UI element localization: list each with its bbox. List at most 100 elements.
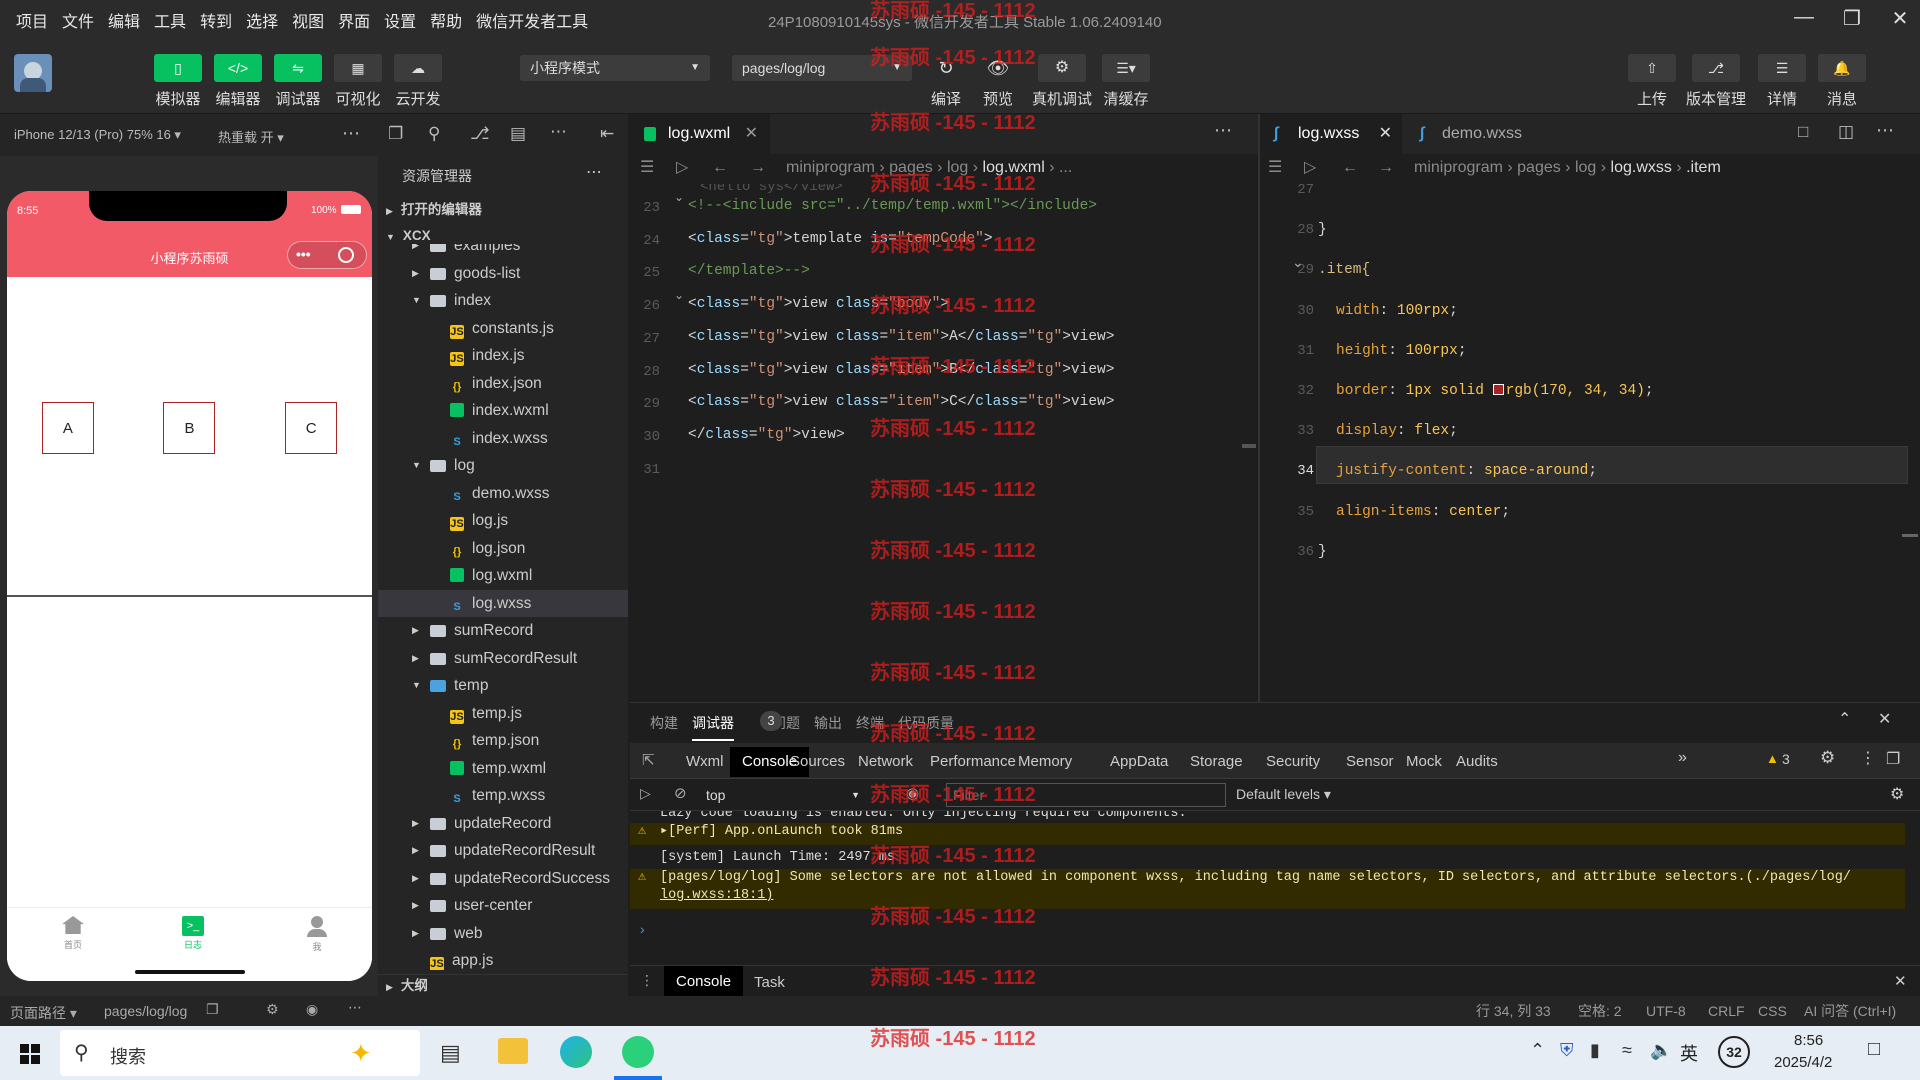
list-icon[interactable]: ☰	[640, 154, 654, 182]
real-debug-icon[interactable]: ⚙	[1038, 54, 1086, 82]
taskbar-search[interactable]: ⚲ 搜索 ✦	[60, 1030, 420, 1076]
menu-item[interactable]: 界面	[338, 8, 370, 32]
git-icon[interactable]: ⎇	[470, 124, 490, 144]
search-icon[interactable]: ⚲	[428, 124, 440, 144]
file-item[interactable]: log.wxml	[378, 562, 628, 590]
tray-chevron-icon[interactable]: ⌃	[1530, 1040, 1545, 1061]
panel-tab[interactable]: 终端	[856, 713, 884, 733]
folder-item[interactable]: ▶ updateRecordResult	[378, 837, 628, 865]
encoding[interactable]: UTF-8	[1646, 996, 1686, 1026]
eye-icon[interactable]: ◉	[306, 1001, 318, 1018]
breadcrumb-segment[interactable]: log.wxss	[1611, 159, 1672, 176]
compile-icon[interactable]: ↻	[922, 54, 970, 82]
comment-icon[interactable]: □	[1798, 122, 1808, 142]
bookmark-icon[interactable]: ▷	[1304, 154, 1316, 182]
version-icon[interactable]: ⎇	[1692, 54, 1740, 82]
simulator-icon[interactable]: ▯	[154, 54, 202, 82]
file-item[interactable]: {} temp.json	[378, 727, 628, 755]
defender-icon[interactable]: ⛨	[1560, 1040, 1574, 1061]
explorer-more-icon[interactable]: ⋯	[586, 162, 602, 182]
upload-icon[interactable]: ⇧	[1628, 54, 1676, 82]
menu-item[interactable]: 编辑	[108, 8, 140, 32]
breadcrumb-segment[interactable]: .item	[1686, 159, 1721, 176]
close-panel-icon[interactable]: ✕	[1878, 709, 1891, 729]
file-item[interactable]: JS temp.js	[378, 700, 628, 728]
fold-chevron-icon[interactable]: ⌄	[674, 190, 684, 204]
levels-select[interactable]: Default levels ▾	[1236, 786, 1331, 803]
file-item[interactable]: Slog.wxss	[378, 589, 628, 617]
details-icon[interactable]: ☰	[1758, 54, 1806, 82]
devtools-tab[interactable]: AppData	[1110, 747, 1168, 777]
devtools-tab[interactable]: Audits	[1456, 747, 1498, 777]
console-prompt-icon[interactable]: ›	[640, 921, 645, 937]
menu-item[interactable]: 帮助	[430, 8, 462, 32]
color-swatch[interactable]	[1492, 384, 1504, 395]
folder-item[interactable]: ▶ updateRecord	[378, 810, 628, 838]
more-icon[interactable]: ⋯	[550, 122, 567, 142]
panel-tab[interactable]: 代码质量	[898, 713, 954, 733]
battery-icon[interactable]: ▮	[1590, 1040, 1600, 1061]
menu-item[interactable]: 微信开发者工具	[476, 8, 588, 32]
file-item[interactable]: JS log.js	[378, 507, 628, 535]
task-view-icon[interactable]: ▤	[440, 1040, 461, 1066]
fold-chevron-icon[interactable]: ⌄	[1292, 254, 1304, 271]
panel-toggle-icon[interactable]: ⇤	[600, 124, 614, 144]
folder-item[interactable]: ▶ sumRecordResult	[378, 645, 628, 673]
preview-icon[interactable]: 👁	[974, 54, 1022, 82]
back-icon[interactable]: ←	[712, 154, 728, 182]
breadcrumb-segment[interactable]: ...	[1059, 159, 1072, 176]
code-area[interactable]: 23 ⌄ <!--<include src="../temp/temp.wxml">…	[630, 190, 1250, 688]
back-icon[interactable]: ←	[1342, 154, 1358, 182]
folder-item[interactable]: ▼ log	[378, 452, 628, 480]
notification-center-icon[interactable]: □	[1868, 1038, 1880, 1061]
bug-icon[interactable]: ⚙	[266, 1001, 279, 1018]
volume-icon[interactable]: 🔈	[1650, 1040, 1672, 1061]
menu-item[interactable]: 项目	[16, 8, 48, 32]
clear-console-icon[interactable]: ⊘	[674, 784, 687, 802]
files-icon[interactable]: ❐	[388, 124, 403, 144]
hotreload-toggle[interactable]: 热重载 开 ▾	[218, 127, 284, 146]
ime-indicator[interactable]: 英	[1680, 1040, 1698, 1066]
folder-item[interactable]: ▶ examples	[378, 244, 628, 260]
more-icon[interactable]: ⋯	[1214, 120, 1232, 141]
breadcrumb-segment[interactable]: pages	[889, 159, 933, 176]
drawer-menu-icon[interactable]: ⋮	[640, 972, 654, 989]
forward-icon[interactable]: →	[1378, 154, 1394, 182]
file-item[interactable]: JS constants.js	[378, 315, 628, 343]
devtools-tab[interactable]: Sources	[790, 747, 845, 777]
file-item[interactable]: {} log.json	[378, 535, 628, 563]
wechat-devtools-icon[interactable]	[622, 1036, 654, 1068]
eye-icon[interactable]: ◉	[906, 784, 919, 802]
file-item[interactable]: JS app.js	[378, 947, 628, 970]
windows-start-icon[interactable]	[20, 1044, 40, 1064]
avatar[interactable]	[14, 54, 52, 92]
close-window-button[interactable]: ✕	[1880, 6, 1920, 34]
menu-item[interactable]: 工具	[154, 8, 186, 32]
devtools-tab[interactable]: Security	[1266, 747, 1320, 777]
menu-item[interactable]: 视图	[292, 8, 324, 32]
menu-item[interactable]: 设置	[384, 8, 416, 32]
folder-item[interactable]: ▶ goods-list	[378, 260, 628, 288]
bell-icon[interactable]: 🔔	[1818, 54, 1866, 82]
clear-cache-icon[interactable]: ☰▾	[1102, 54, 1150, 82]
breadcrumb-segment[interactable]: pages	[1517, 159, 1561, 176]
list-icon[interactable]: ☰	[1268, 154, 1282, 182]
minimize-button[interactable]: —	[1784, 6, 1824, 34]
file-item[interactable]: temp.wxml	[378, 755, 628, 783]
context-select[interactable]: top ▼	[696, 784, 866, 806]
gear-icon[interactable]: ⚙	[1820, 748, 1835, 768]
line-ending[interactable]: CRLF	[1708, 996, 1745, 1026]
copy-icon[interactable]: ❐	[206, 1001, 219, 1018]
open-editors-section[interactable]: ▶ 打开的编辑器	[378, 198, 628, 222]
devtools-tab[interactable]: Memory	[1018, 747, 1072, 777]
breadcrumb-segment[interactable]: log	[1575, 159, 1596, 176]
route-label[interactable]: 页面路径 ▾	[10, 1003, 77, 1023]
file-item[interactable]: Sindex.wxss	[378, 425, 628, 453]
file-item[interactable]: index.wxml	[378, 397, 628, 425]
breadcrumb-segment[interactable]: miniprogram	[786, 159, 875, 176]
maximize-button[interactable]: ❐	[1832, 6, 1872, 34]
more-icon[interactable]: ⋯	[1876, 120, 1894, 141]
visual-icon[interactable]: ▦	[334, 54, 382, 82]
editor-icon[interactable]: </>	[214, 54, 262, 82]
mode-select[interactable]: 小程序模式 ▼	[520, 55, 710, 81]
